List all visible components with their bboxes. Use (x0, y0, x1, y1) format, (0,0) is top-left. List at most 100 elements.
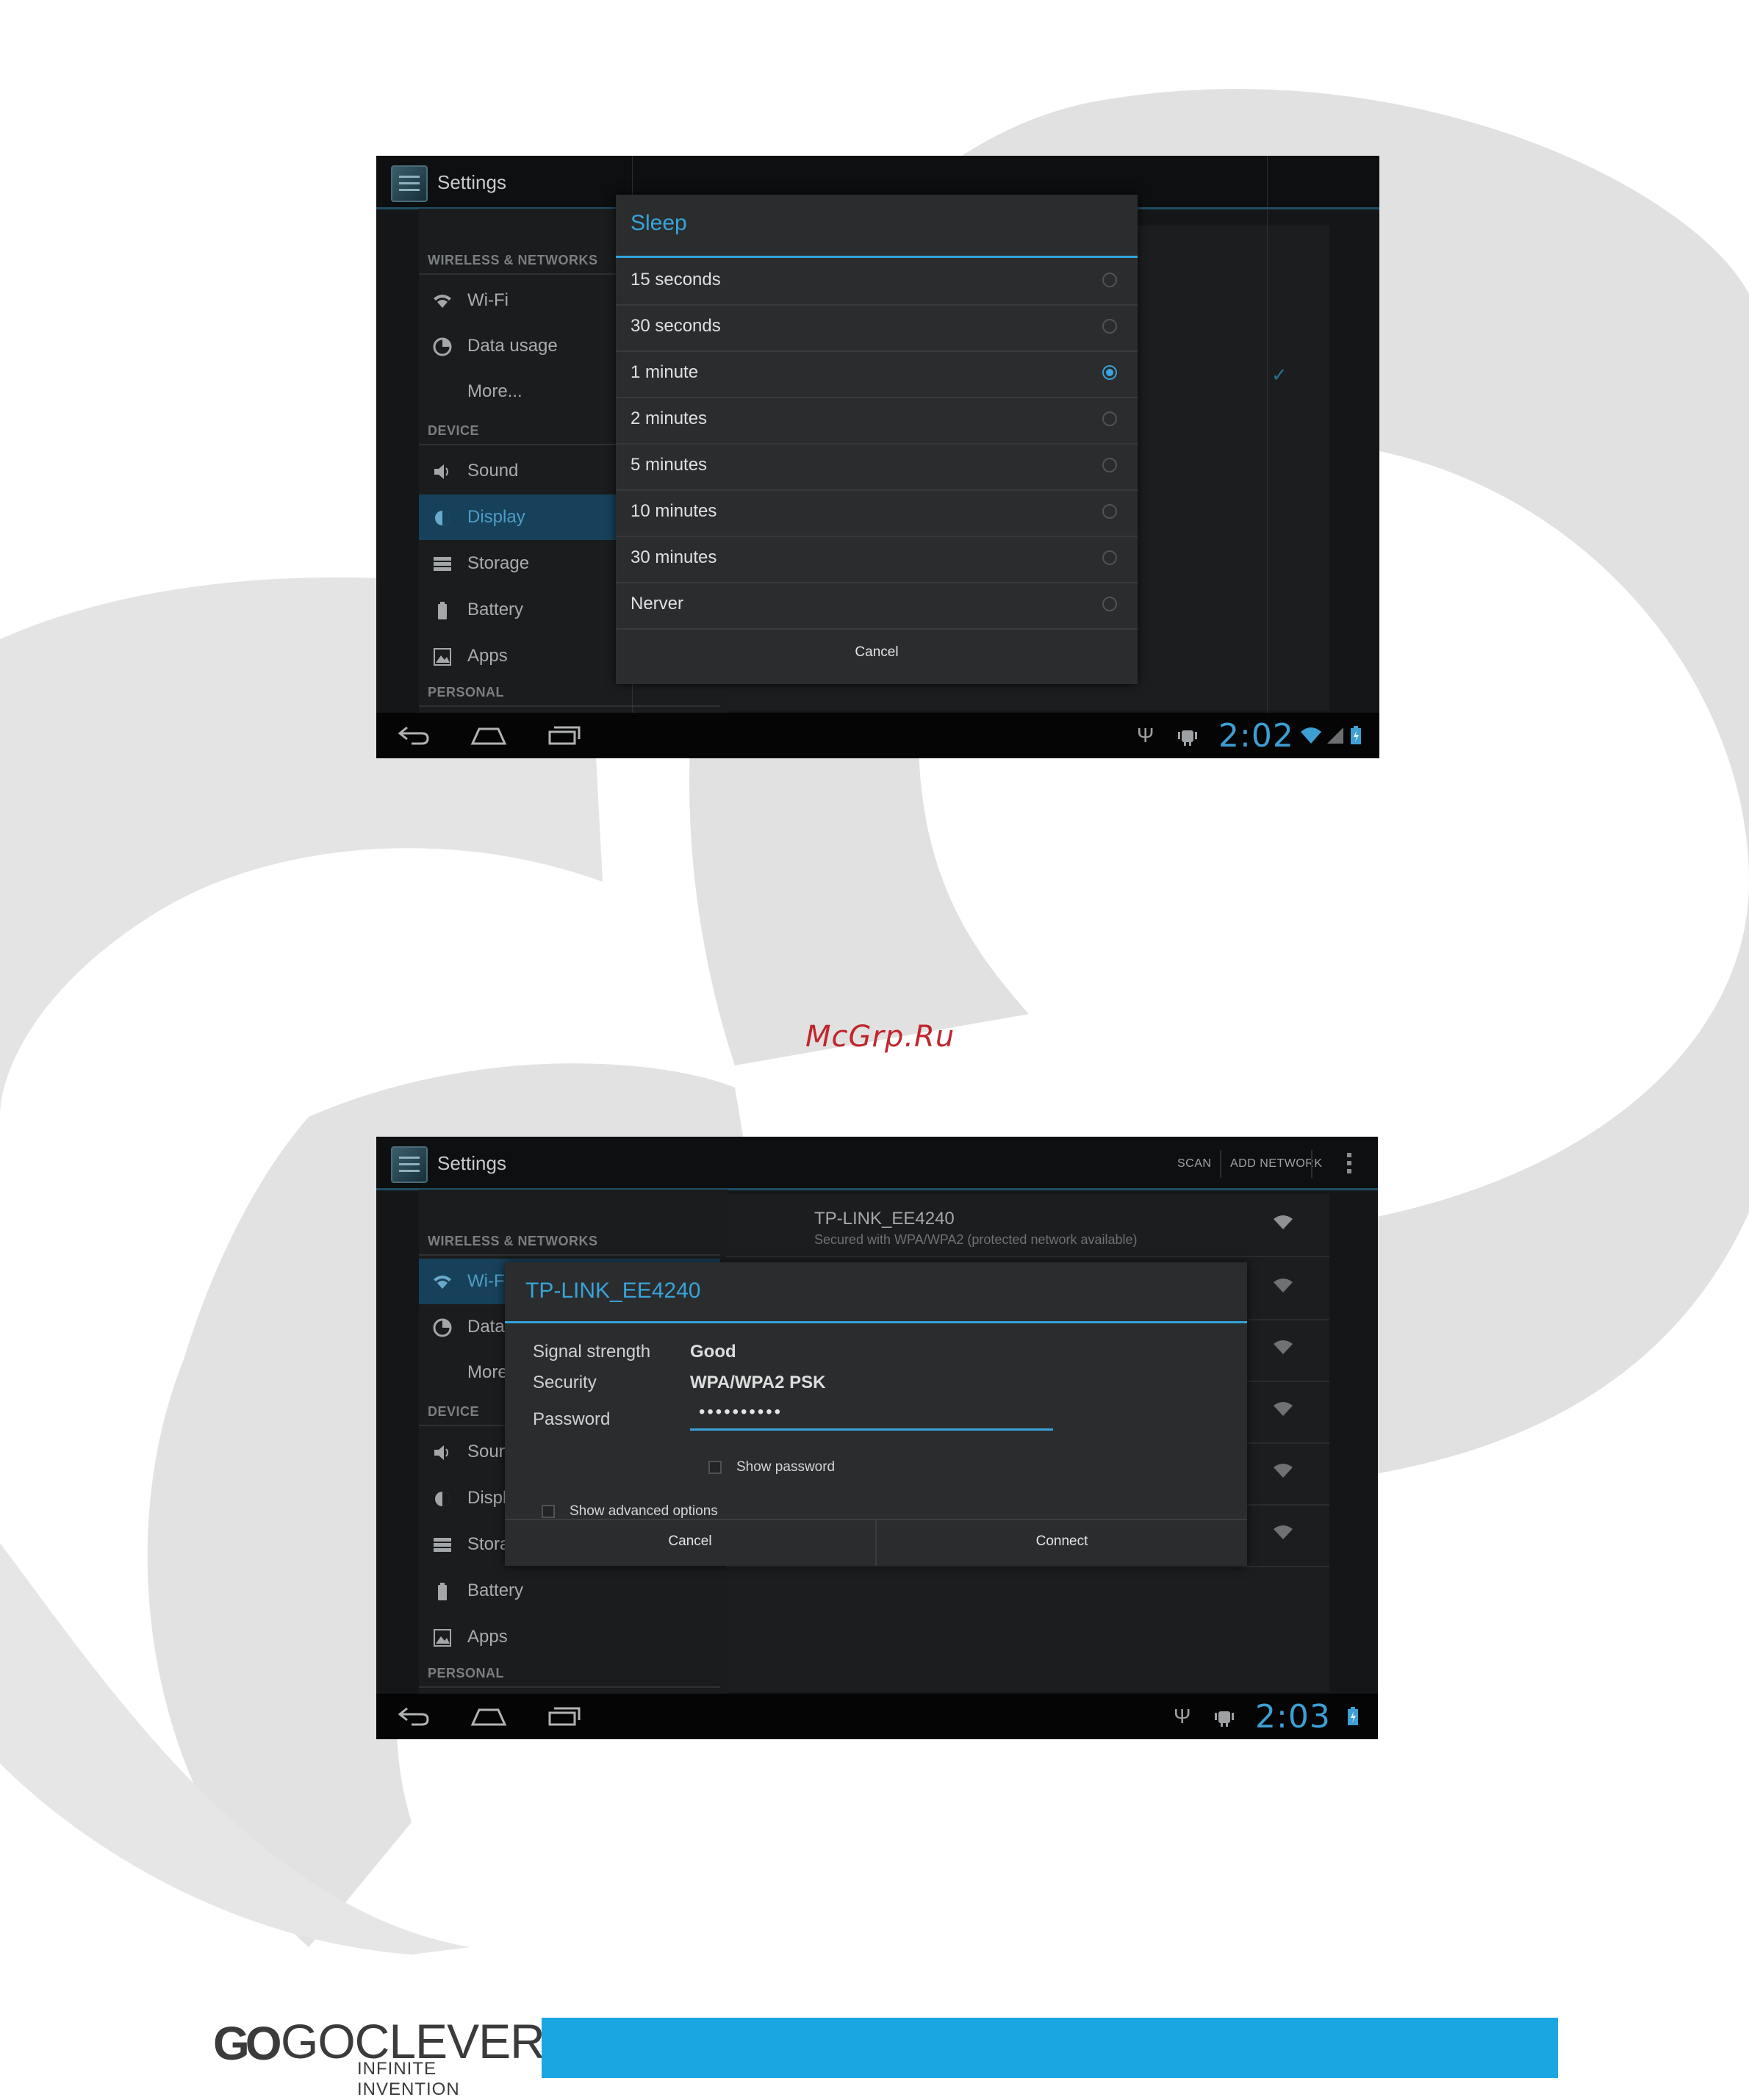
apps-icon (432, 1628, 453, 1648)
sleep-option-10-minutes[interactable]: 10 minutes (616, 489, 1138, 537)
system-nav-bar: Ψ 2:03 (376, 1694, 1378, 1739)
wifi-network-row[interactable]: TP-LINK_EE4240 Secured with WPA/WPA2 (pr… (726, 1194, 1329, 1257)
option-label: Nerver (631, 594, 684, 614)
system-nav-bar: Ψ 2:02 (376, 713, 1379, 758)
checkmark-icon: ✓ (1271, 364, 1287, 386)
radio-button[interactable] (1102, 273, 1117, 287)
home-icon[interactable] (470, 724, 507, 751)
battery-icon (432, 1581, 453, 1602)
radio-button[interactable] (1102, 504, 1117, 519)
sidebar-item-apps[interactable]: Apps (419, 1614, 720, 1660)
sidebar-item-label: Apps (467, 1627, 508, 1647)
cancel-button[interactable]: Cancel (505, 1533, 875, 1550)
recent-apps-icon[interactable] (547, 724, 581, 751)
sleep-option-5-minutes[interactable]: 5 minutes (616, 443, 1138, 491)
option-label: 10 minutes (631, 501, 717, 521)
wifi-lock-icon (1272, 1461, 1294, 1486)
sidebar-item-label: Battery (467, 600, 524, 619)
goclever-logo: GO GOCLEVER INFINITE INVENTION (213, 2012, 545, 2099)
sidebar-item-label: Battery (467, 1581, 524, 1600)
guide-line (1267, 156, 1268, 758)
back-icon[interactable] (397, 1705, 431, 1732)
wifi-connect-dialog: TP-LINK_EE4240 Signal strength Good Secu… (505, 1262, 1247, 1566)
section-header-device: DEVICE (428, 423, 480, 438)
option-label: 1 minute (631, 362, 699, 382)
back-icon[interactable] (397, 724, 431, 751)
radio-button[interactable] (1102, 597, 1117, 611)
settings-app-icon[interactable] (391, 1146, 428, 1183)
recent-apps-icon[interactable] (547, 1705, 581, 1732)
scan-button[interactable]: SCAN (1177, 1157, 1211, 1171)
brightness-icon (432, 508, 453, 528)
battery-charging-icon (1346, 1705, 1360, 1732)
radio-button[interactable] (1102, 550, 1117, 565)
connect-button[interactable]: Connect (877, 1533, 1247, 1550)
android-debug-icon (1214, 1705, 1235, 1732)
screenshot-wifi-connect-dialog: Settings SCAN ADD NETWORK WIRELESS & NET… (376, 1137, 1378, 1739)
divider (1220, 1150, 1221, 1178)
sleep-option-30-minutes[interactable]: 30 minutes (616, 536, 1138, 583)
watermark-text: McGrp.Ru (805, 1020, 955, 1054)
option-label: 2 minutes (631, 409, 708, 428)
radio-button[interactable] (1102, 411, 1117, 426)
page-title: Settings (437, 1152, 506, 1174)
option-label: 5 minutes (631, 455, 708, 475)
sleep-option-15-seconds[interactable]: 15 seconds (616, 258, 1138, 306)
settings-app-icon[interactable] (391, 165, 428, 202)
dialog-title: TP-LINK_EE4240 (525, 1279, 701, 1303)
network-status: Secured with WPA/WPA2 (protected network… (814, 1232, 1138, 1247)
sleep-option-2-minutes[interactable]: 2 minutes (616, 397, 1138, 445)
section-header-personal: PERSONAL (428, 685, 505, 700)
home-icon[interactable] (470, 1705, 507, 1732)
wifi-signal-icon (1299, 724, 1323, 751)
divider (419, 1254, 720, 1256)
wifi-lock-icon (1272, 1213, 1294, 1237)
battery-icon (432, 600, 453, 621)
sidebar-item-label: Storage (467, 553, 530, 573)
speaker-icon (432, 461, 453, 482)
cancel-button[interactable]: Cancel (616, 644, 1138, 661)
wifi-lock-icon (1272, 1523, 1294, 1547)
divider (1311, 1150, 1312, 1178)
option-label: 30 seconds (631, 316, 721, 336)
wifi-lock-icon (1272, 1276, 1294, 1301)
password-label: Password (533, 1409, 611, 1429)
cell-signal-icon (1326, 724, 1345, 751)
show-advanced-label: Show advanced options (570, 1503, 718, 1519)
page-title: Settings (437, 171, 506, 193)
add-network-button[interactable]: ADD NETWORK (1230, 1157, 1323, 1171)
radio-button-selected[interactable] (1102, 365, 1117, 380)
sidebar-item-battery[interactable]: Battery (419, 1568, 720, 1614)
show-password-label: Show password (736, 1459, 836, 1475)
storage-icon (432, 554, 453, 575)
divider (419, 705, 720, 707)
overflow-menu-icon[interactable] (1347, 1153, 1351, 1177)
footer-bar (542, 2018, 1558, 2078)
screenshot-sleep-dialog: Settings WIRELESS & NETWORKS Wi-Fi Data … (376, 156, 1379, 758)
action-bar: Settings SCAN ADD NETWORK (376, 1137, 1378, 1190)
radio-button[interactable] (1102, 319, 1117, 334)
option-label: 15 seconds (631, 270, 721, 290)
apps-icon (432, 647, 453, 667)
data-usage-icon (432, 1317, 453, 1338)
speaker-icon (432, 1442, 453, 1463)
sidebar-item-label: Apps (467, 646, 508, 666)
sidebar-item-label: Sound (467, 461, 519, 481)
radio-button[interactable] (1102, 458, 1117, 472)
security-label: Security (533, 1373, 597, 1392)
sleep-option-1-minute[interactable]: 1 minute (616, 350, 1138, 398)
option-label: 30 minutes (631, 547, 717, 567)
show-password-checkbox[interactable] (708, 1461, 722, 1474)
sidebar-item-label: Data usage (467, 336, 558, 356)
brand-tagline: INFINITE INVENTION (357, 2059, 460, 2099)
section-header-personal: PERSONAL (428, 1666, 505, 1680)
data-usage-icon (432, 337, 453, 357)
logo-mark: GO (213, 2017, 282, 2070)
password-input[interactable]: •••••••••• (690, 1402, 1053, 1431)
brightness-icon (432, 1489, 453, 1509)
sidebar-item-label: More... (467, 381, 522, 401)
show-advanced-checkbox[interactable] (542, 1505, 555, 1518)
security-value: WPA/WPA2 PSK (690, 1373, 826, 1392)
sleep-option-never[interactable]: Nerver (616, 582, 1138, 630)
sleep-option-30-seconds[interactable]: 30 seconds (616, 304, 1138, 352)
